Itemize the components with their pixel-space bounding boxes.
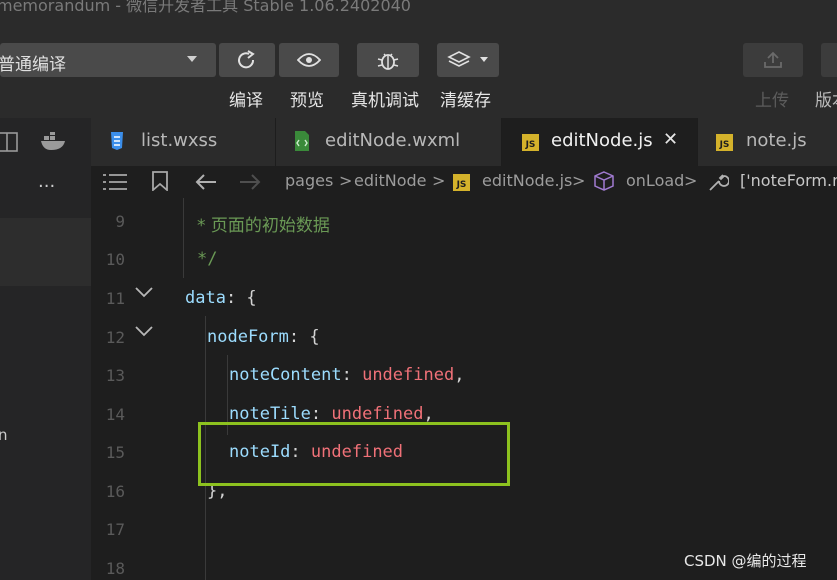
cube-icon [594,171,614,191]
line-number: 9 [115,212,125,231]
list-icon[interactable] [103,173,127,191]
version-label: 版本 [815,91,837,111]
explorer-icons [0,118,91,166]
clear-cache-button[interactable] [437,43,499,77]
real-debug-button[interactable] [357,43,419,77]
line-number: 10 [105,250,125,269]
sidebar: ··· n [0,166,91,580]
wxml-icon [295,131,309,151]
sidebar-selected-row[interactable] [0,218,91,286]
tab-list-wxss[interactable]: list.wxss [91,118,276,166]
tab-editnode-js[interactable]: JS editNode.js ✕ [502,118,698,166]
arrow-right-icon[interactable] [239,173,261,191]
wrench-icon [709,174,729,191]
upload-button[interactable] [743,43,803,77]
code-editor[interactable]: * 页面的初始数据 */ data: { nodeForm: { noteCon… [181,198,837,580]
layers-icon [447,51,471,67]
line-number: 11 [105,289,125,308]
breadcrumb-separator: > [684,171,698,190]
watermark: CSDN @编的过程 [684,552,807,570]
upload-label: 上传 [755,91,789,111]
breadcrumb-item[interactable]: editNode [354,171,426,190]
chevron-down-icon [187,56,197,62]
js-icon: JS [522,134,539,151]
editor-tab-bar: list.wxss editNode.wxml JS editNode.js ✕… [0,118,837,167]
compile-label: 编译 [229,91,263,111]
code-punct: : { [288,327,320,347]
breadcrumb: pages > editNode > JS editNode.js > onLo… [91,166,837,198]
bookmark-icon[interactable] [152,171,168,191]
refresh-icon [238,50,255,69]
code-value: undefined [362,365,455,385]
real-debug-label: 真机调试 [351,91,419,111]
code-punct: , [423,404,434,424]
code-line: noteTile: undefined, [229,404,434,424]
compile-mode-select[interactable]: 普通编译 [0,43,216,77]
chevron-down-icon [480,57,488,62]
more-icon[interactable]: ··· [38,176,55,197]
version-button[interactable] [821,43,837,77]
sidebar-text: n [0,426,8,444]
eye-icon [297,53,321,67]
line-number: 17 [105,520,125,539]
line-number: 14 [105,405,125,424]
code-line: data: { [185,288,257,308]
docker-icon[interactable] [40,132,68,152]
code-punct: , [454,365,465,385]
code-punct: : [310,404,332,424]
code-key: nodeForm [207,327,289,347]
breadcrumb-item[interactable]: pages [285,171,333,190]
code-line: nodeForm: { [207,327,320,347]
js-icon: JS [716,134,733,151]
preview-button[interactable] [279,43,339,77]
line-number: 13 [105,366,125,385]
code-punct: : { [225,288,257,308]
line-number: 18 [105,559,125,578]
code-value: undefined [331,404,424,424]
code-line: noteContent: undefined, [229,365,464,385]
highlight-box [198,422,510,486]
tab-label: editNode.wxml [325,130,461,151]
code-comment: * 页面的初始数据 [197,216,330,236]
window-title: memorandum - 微信开发者工具 Stable 1.06.2402040 [0,0,411,15]
line-number: 16 [105,482,125,501]
line-number-gutter: 9 10 11 12 13 14 15 16 17 18 [91,198,181,580]
line-number: 15 [105,443,125,462]
breadcrumb-item[interactable]: onLoad [626,171,684,190]
compile-mode-label: 普通编译 [0,55,66,75]
code-key: noteContent [229,365,342,385]
tab-editnode-wxml[interactable]: editNode.wxml [276,118,502,166]
code-punct: : [341,365,363,385]
line-number: 12 [105,328,125,347]
preview-label: 预览 [290,91,324,111]
breadcrumb-separator: > [432,171,446,190]
arrow-left-icon[interactable] [195,173,217,191]
compile-button[interactable] [219,43,275,77]
tab-label: list.wxss [141,130,218,151]
css-icon [111,132,123,150]
fold-chevron-icon[interactable] [135,287,153,299]
breadcrumb-item[interactable]: editNode.js [482,171,572,190]
breadcrumb-separator: > [572,171,586,190]
close-icon[interactable]: ✕ [663,129,678,150]
code-comment: */ [197,249,218,269]
breadcrumb-item[interactable]: ['noteForm.no [740,171,837,190]
tab-label: editNode.js [551,130,653,151]
toolbar: 普通编译 编译 预览 真机调试 清缓存 上传 版本 [0,34,837,118]
code-key: noteTile [229,404,311,424]
fold-chevron-icon[interactable] [135,326,153,338]
clear-cache-label: 清缓存 [440,91,491,111]
split-layout-icon[interactable] [0,132,18,152]
bug-icon [377,53,399,70]
title-bar: memorandum - 微信开发者工具 Stable 1.06.2402040 [0,0,837,34]
code-key: data [185,288,226,308]
js-icon: JS [453,174,470,191]
indent-guide [183,198,184,278]
breadcrumb-separator: > [339,171,353,190]
tab-label: note.js [746,130,807,151]
tab-note-js[interactable]: JS note.js [698,118,837,166]
upload-icon [764,51,782,68]
